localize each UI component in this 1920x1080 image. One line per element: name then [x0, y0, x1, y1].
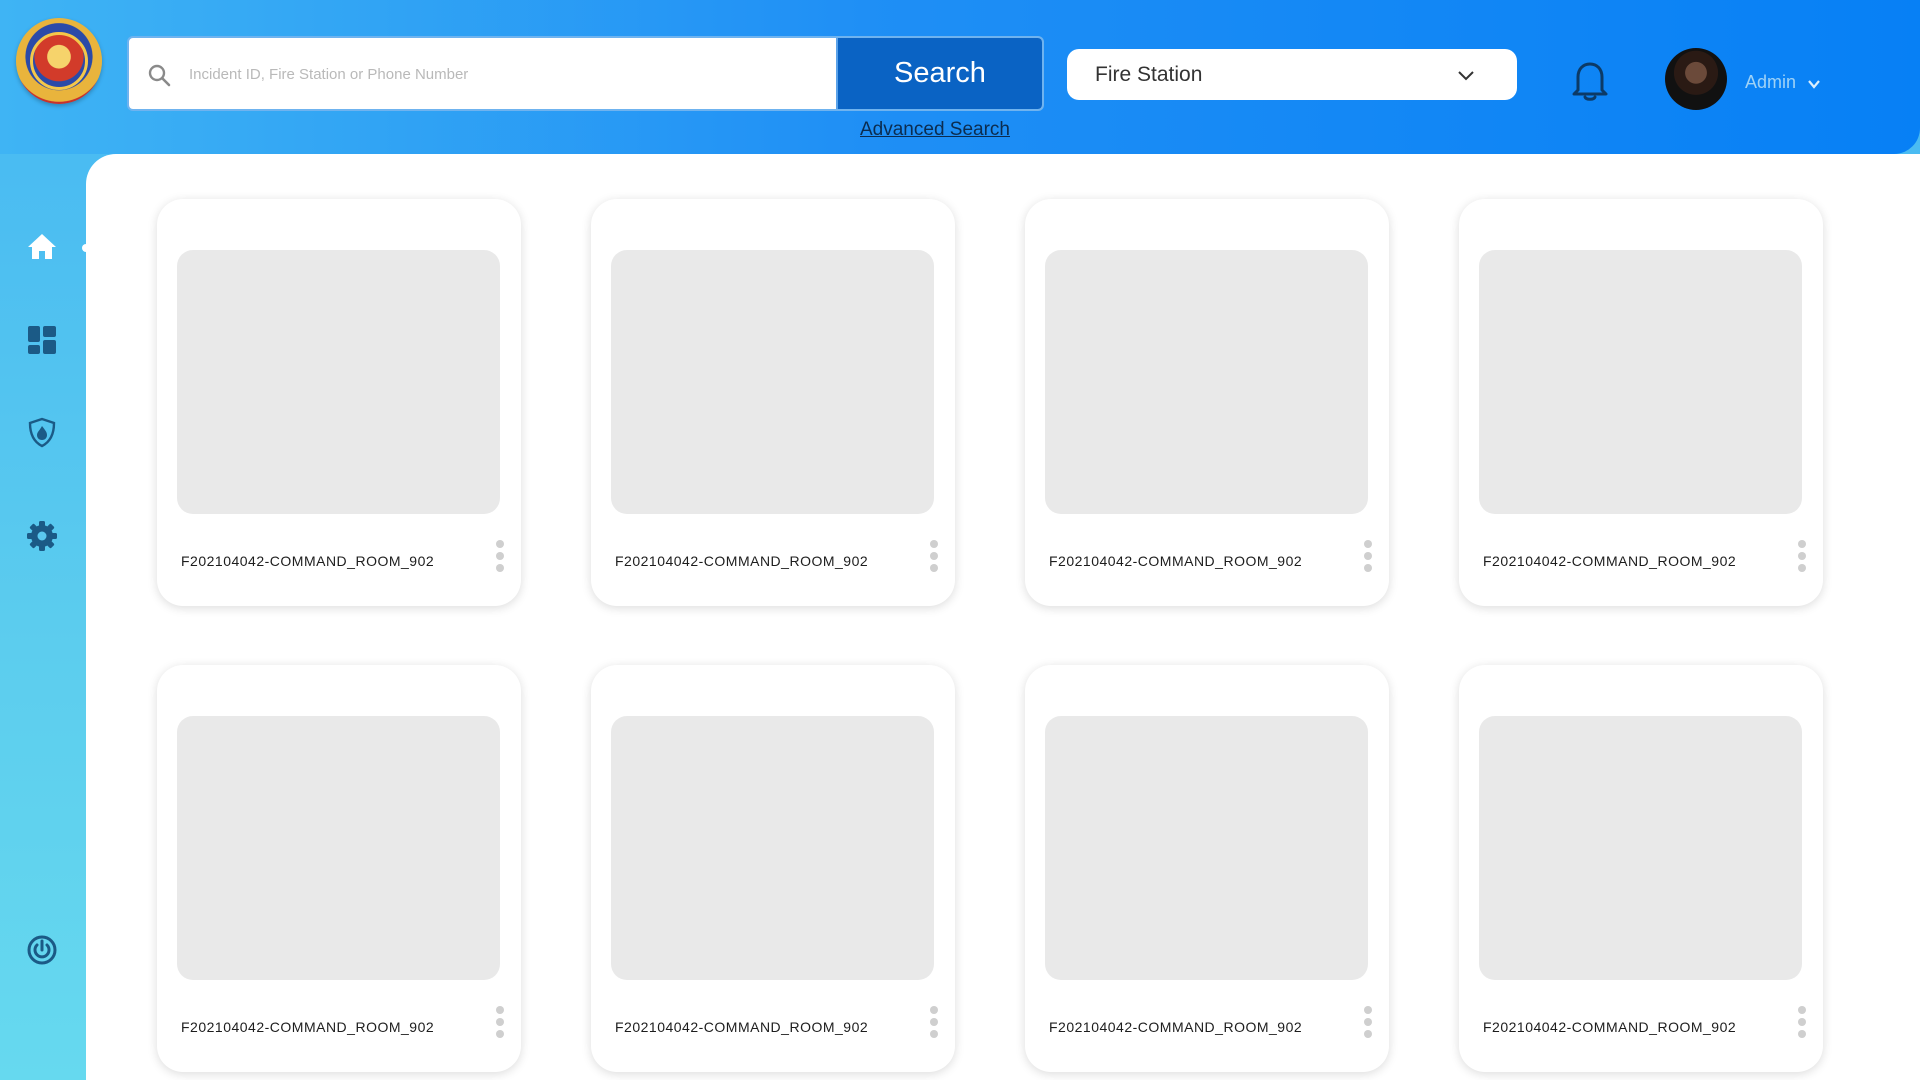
logo — [16, 18, 102, 104]
camera-thumbnail[interactable] — [177, 716, 500, 980]
camera-label: F202104042-COMMAND_ROOM_902 — [1483, 553, 1737, 569]
fire-station-select[interactable]: Fire Station — [1067, 49, 1517, 100]
home-icon — [28, 234, 56, 259]
logo-ring — [30, 32, 88, 90]
camera-label: F202104042-COMMAND_ROOM_902 — [615, 553, 869, 569]
sidebar — [0, 154, 90, 1080]
camera-card[interactable]: F202104042-COMMAND_ROOM_902 — [591, 199, 955, 606]
camera-card[interactable]: F202104042-COMMAND_ROOM_902 — [1459, 199, 1823, 606]
search-bar: Search — [127, 36, 1044, 111]
notification-bell-icon[interactable] — [1570, 58, 1610, 102]
camera-card[interactable]: F202104042-COMMAND_ROOM_902 — [157, 665, 521, 1072]
sidebar-item-settings[interactable] — [24, 518, 60, 554]
camera-grid: F202104042-COMMAND_ROOM_902 F202104042-C… — [86, 154, 1920, 1080]
camera-label: F202104042-COMMAND_ROOM_902 — [181, 1019, 435, 1035]
advanced-search-link[interactable]: Advanced Search — [860, 119, 1010, 141]
camera-label: F202104042-COMMAND_ROOM_902 — [1483, 1019, 1737, 1035]
camera-label: F202104042-COMMAND_ROOM_902 — [181, 553, 435, 569]
camera-card[interactable]: F202104042-COMMAND_ROOM_902 — [591, 665, 955, 1072]
camera-card[interactable]: F202104042-COMMAND_ROOM_902 — [1459, 665, 1823, 1072]
search-icon — [148, 64, 171, 87]
more-options-icon[interactable] — [928, 1006, 940, 1042]
sidebar-item-home[interactable] — [24, 228, 60, 264]
search-button[interactable]: Search — [836, 38, 1042, 109]
sidebar-item-dashboard[interactable] — [24, 322, 60, 358]
camera-card[interactable]: F202104042-COMMAND_ROOM_902 — [1025, 665, 1389, 1072]
camera-label: F202104042-COMMAND_ROOM_902 — [615, 1019, 869, 1035]
more-options-icon[interactable] — [928, 540, 940, 576]
user-menu-chevron-icon[interactable] — [1807, 77, 1821, 91]
camera-thumbnail[interactable] — [177, 250, 500, 514]
power-icon — [27, 935, 57, 965]
fire-shield-icon — [28, 417, 56, 448]
dashboard-icon — [28, 326, 56, 354]
user-name[interactable]: Admin — [1745, 72, 1796, 93]
more-options-icon[interactable] — [1796, 540, 1808, 576]
chevron-down-icon — [1458, 71, 1474, 81]
camera-thumbnail[interactable] — [611, 716, 934, 980]
camera-thumbnail[interactable] — [611, 250, 934, 514]
more-options-icon[interactable] — [1796, 1006, 1808, 1042]
camera-label: F202104042-COMMAND_ROOM_902 — [1049, 1019, 1303, 1035]
camera-thumbnail[interactable] — [1045, 716, 1368, 980]
sidebar-item-fire-shield[interactable] — [24, 414, 60, 450]
more-options-icon[interactable] — [1362, 540, 1374, 576]
more-options-icon[interactable] — [494, 540, 506, 576]
camera-thumbnail[interactable] — [1045, 250, 1368, 514]
camera-thumbnail[interactable] — [1479, 250, 1802, 514]
camera-card[interactable]: F202104042-COMMAND_ROOM_902 — [1025, 199, 1389, 606]
sidebar-item-power[interactable] — [24, 932, 60, 968]
top-header: Search Advanced Search Fire Station Admi… — [0, 0, 1920, 154]
camera-thumbnail[interactable] — [1479, 716, 1802, 980]
gear-icon — [27, 521, 57, 551]
avatar[interactable] — [1665, 48, 1727, 110]
more-options-icon[interactable] — [494, 1006, 506, 1042]
camera-label: F202104042-COMMAND_ROOM_902 — [1049, 553, 1303, 569]
fire-station-select-value: Fire Station — [1095, 62, 1203, 86]
camera-card[interactable]: F202104042-COMMAND_ROOM_902 — [157, 199, 521, 606]
more-options-icon[interactable] — [1362, 1006, 1374, 1042]
